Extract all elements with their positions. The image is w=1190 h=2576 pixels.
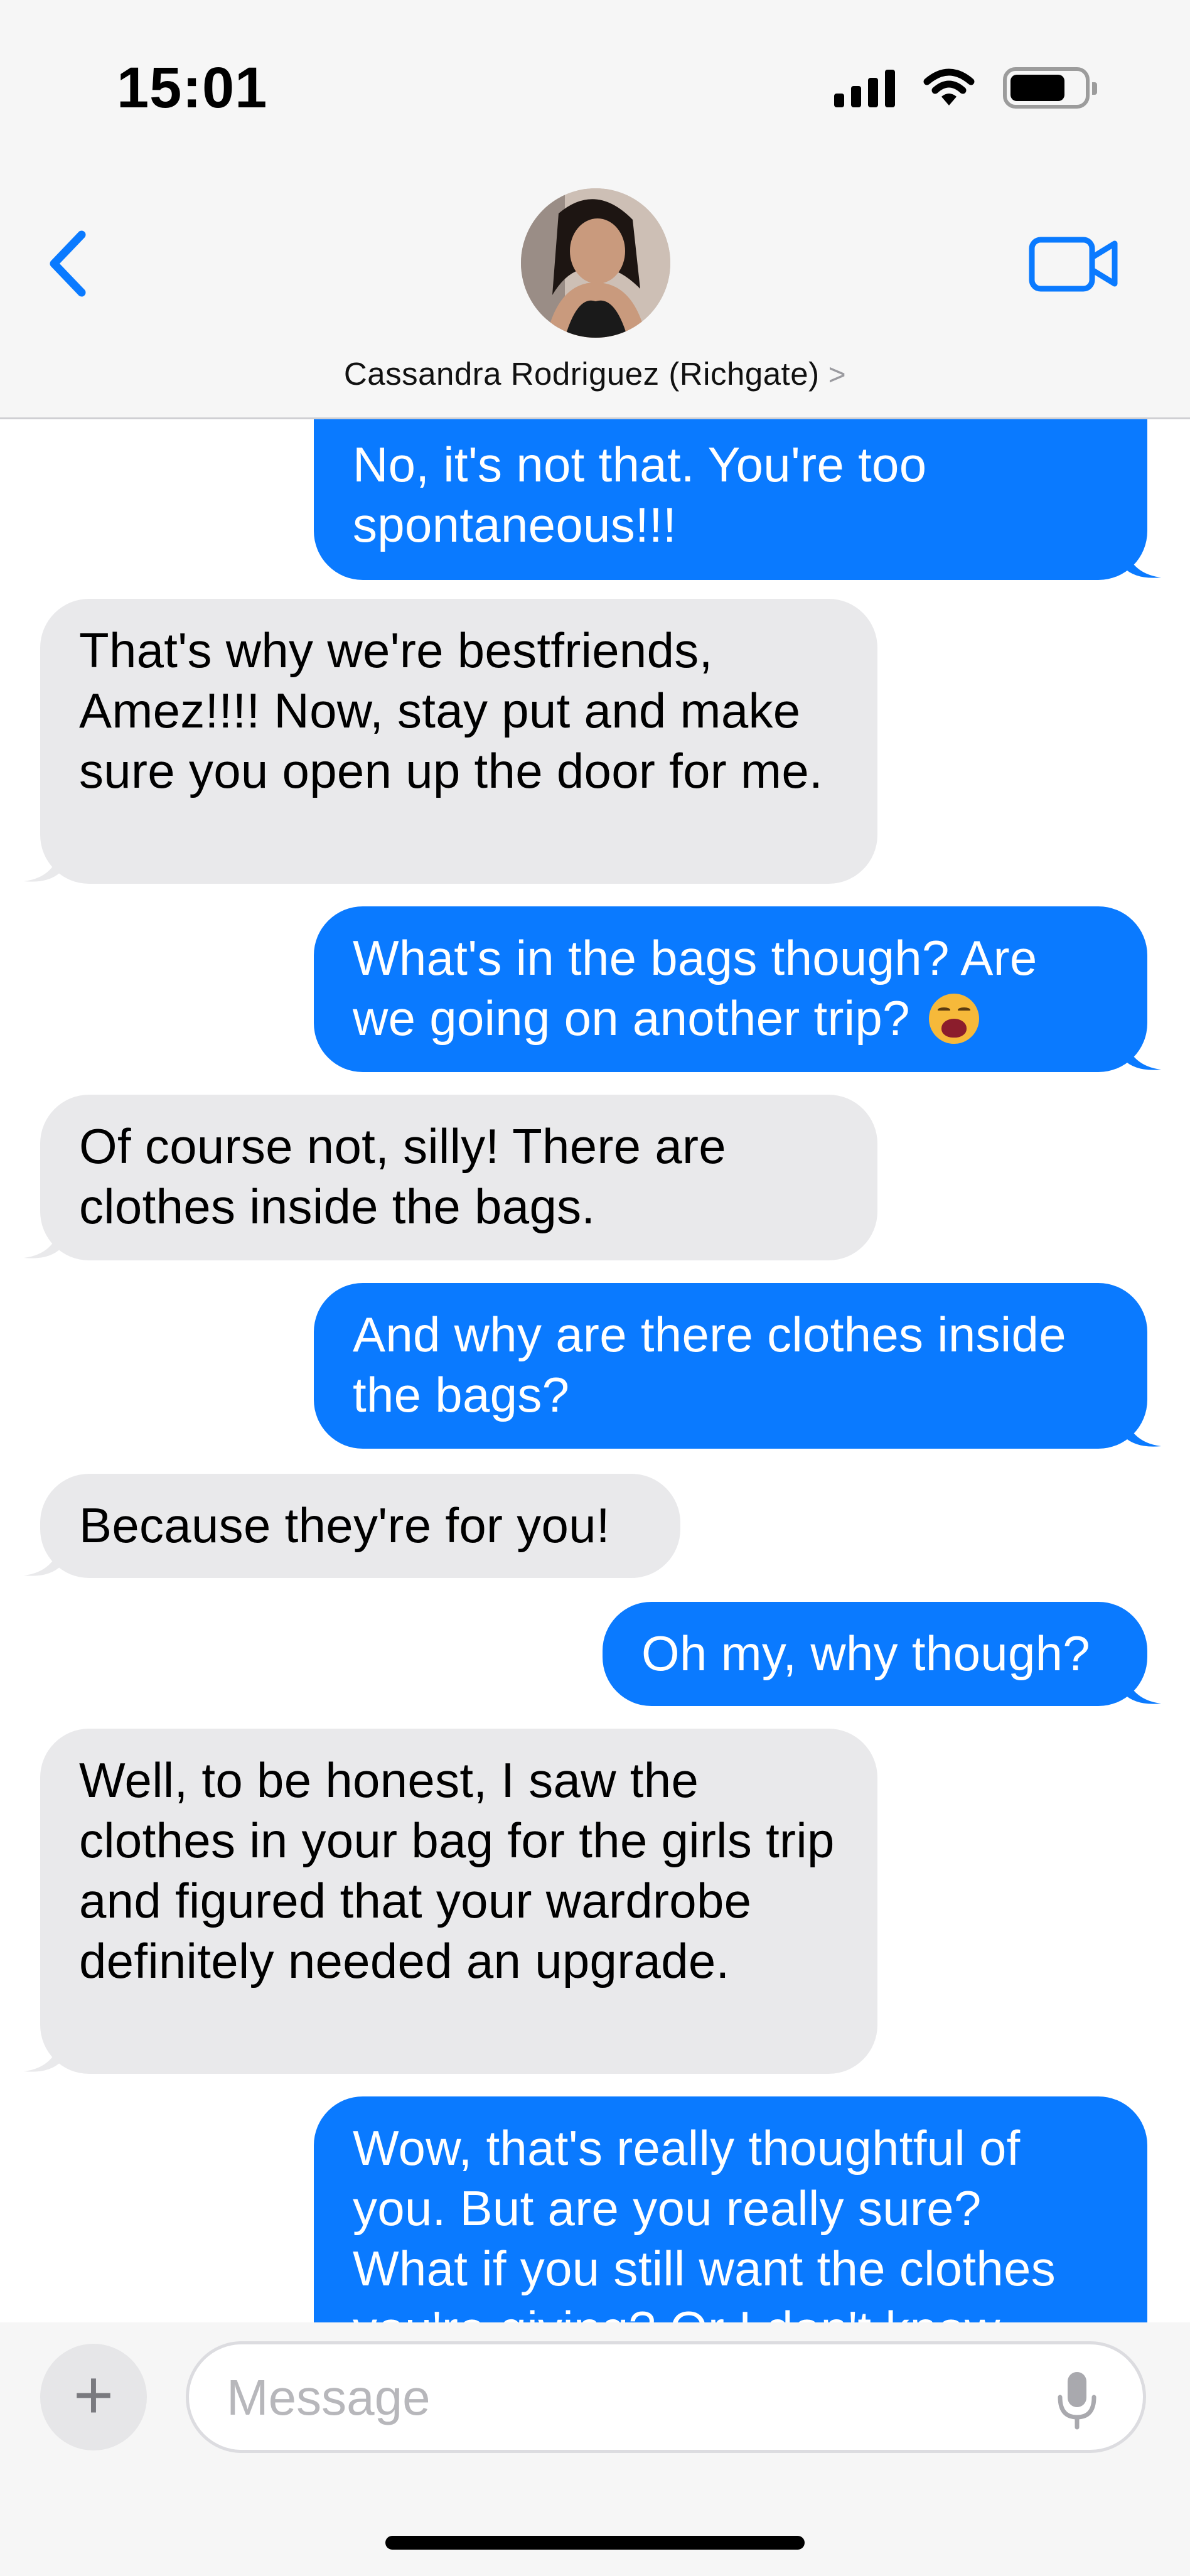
message-input-field[interactable] <box>186 2341 1146 2453</box>
bubble-tail <box>24 846 62 882</box>
message-text: Because they're for you! <box>79 1498 610 1553</box>
apps-plus-button[interactable]: + <box>40 2344 147 2450</box>
message-text: Oh my, why though? <box>641 1626 1090 1681</box>
message-text: Wow, that's really thoughtful of you. Bu… <box>353 2120 1056 2322</box>
contact-avatar[interactable] <box>521 188 670 338</box>
bubble-tail <box>24 1540 62 1576</box>
wifi-icon <box>923 68 975 105</box>
compose-bar: + <box>0 2322 1190 2576</box>
message-bubble-sent[interactable]: What's in the bags though? Are we going … <box>314 906 1147 1072</box>
message-bubble-sent[interactable]: And why are there clothes inside the bag… <box>314 1283 1147 1449</box>
bubble-tail <box>24 2036 62 2072</box>
message-bubble-sent[interactable]: Wow, that's really thoughtful of you. Bu… <box>314 2096 1147 2322</box>
contact-chevron-icon: > <box>828 358 847 392</box>
conversation-header: 15:01 Cassandra Rodriguez (Richgate) > <box>0 0 1190 419</box>
bubble-tail <box>24 1223 62 1258</box>
message-text: Well, to be honest, I saw the clothes in… <box>79 1752 835 1988</box>
status-time: 15:01 <box>117 56 268 120</box>
message-bubble-received[interactable]: Of course not, silly! There are clothes … <box>40 1095 877 1260</box>
bubble-tail <box>1123 1034 1161 1070</box>
signal-icon <box>834 68 895 107</box>
message-list[interactable]: No, it's not that. You're too spontaneou… <box>0 419 1190 2322</box>
weary-face-emoji-icon <box>928 994 979 1044</box>
home-indicator[interactable] <box>385 2536 805 2550</box>
video-camera-icon[interactable] <box>1027 232 1121 295</box>
message-text: No, it's not that. You're too spontaneou… <box>353 437 927 552</box>
microphone-icon[interactable] <box>1055 2369 1099 2430</box>
message-text: Of course not, silly! There are clothes … <box>79 1119 726 1234</box>
message-bubble-received[interactable]: Because they're for you! <box>40 1474 680 1578</box>
contact-name[interactable]: Cassandra Rodriguez (Richgate) > <box>0 355 1190 392</box>
bubble-tail <box>1123 1668 1161 1704</box>
conversation-screen: 15:01 Cassandra Rodriguez (Richgate) > N… <box>0 0 1190 2576</box>
message-input[interactable] <box>227 2363 1043 2432</box>
contact-name-text: Cassandra Rodriguez (Richgate) <box>343 356 820 392</box>
message-bubble-sent[interactable]: Oh my, why though? <box>603 1602 1147 1706</box>
back-chevron-icon[interactable] <box>41 226 98 301</box>
message-bubble-sent[interactable]: No, it's not that. You're too spontaneou… <box>314 419 1147 580</box>
message-text: And why are there clothes inside the bag… <box>353 1307 1066 1422</box>
status-icons <box>834 63 1097 113</box>
message-bubble-received[interactable]: That's why we're bestfriends, Amez!!!! N… <box>40 599 877 884</box>
avatar-photo <box>521 188 670 338</box>
bubble-tail <box>1123 542 1161 578</box>
battery-icon <box>1003 67 1097 109</box>
message-text: That's why we're bestfriends, Amez!!!! N… <box>79 623 823 798</box>
bubble-tail <box>1123 1411 1161 1447</box>
message-bubble-received[interactable]: Well, to be honest, I saw the clothes in… <box>40 1729 877 2074</box>
